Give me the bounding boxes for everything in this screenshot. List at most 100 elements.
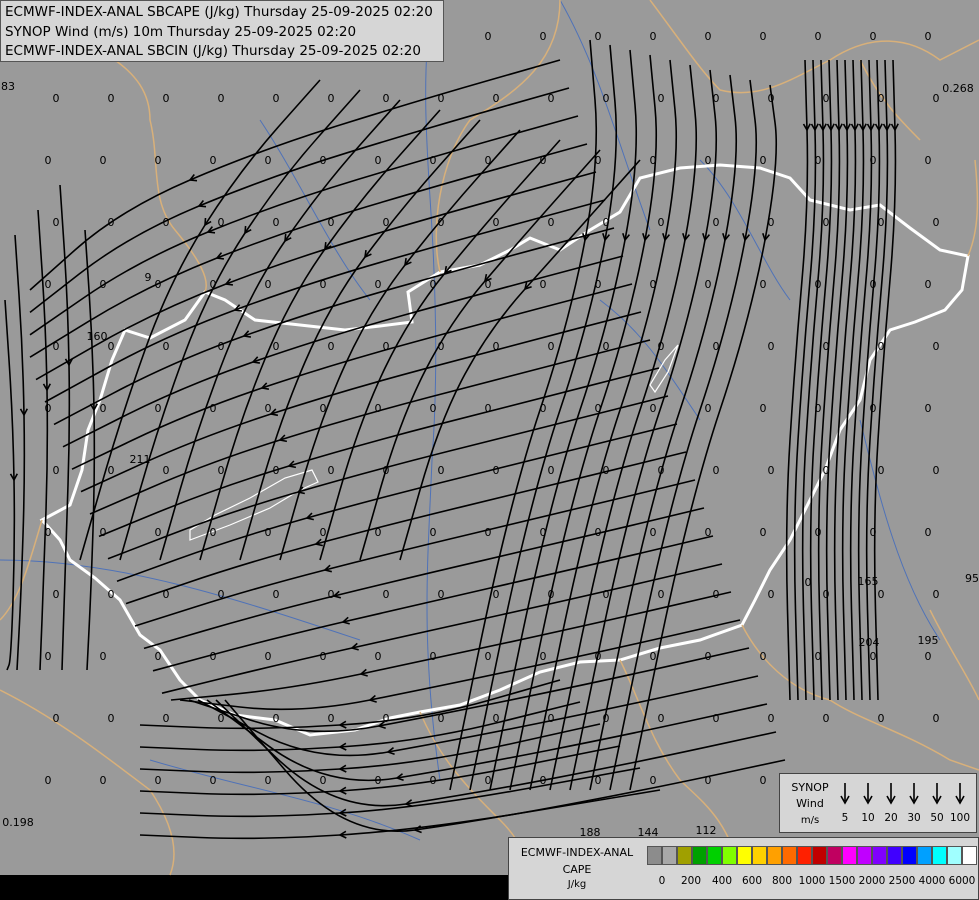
grid-value-label: 0 xyxy=(548,92,555,105)
grid-value-label: 0 xyxy=(100,650,107,663)
grid-value-label: 0 xyxy=(870,30,877,43)
cape-swatch xyxy=(722,846,737,865)
grid-value-label: 0 xyxy=(210,774,217,787)
grid-value-label: 0 xyxy=(430,650,437,663)
grid-value-label: 0 xyxy=(933,340,940,353)
grid-value-label: 0 xyxy=(383,216,390,229)
cape-tick-label: 1000 xyxy=(798,875,826,887)
grid-value-label: 0 xyxy=(760,278,767,291)
grid-value-label: 0 xyxy=(540,278,547,291)
wind-legend-title-3: m/s xyxy=(800,815,820,826)
grid-value-label: 0 xyxy=(438,92,445,105)
grid-value-label: 0 xyxy=(273,92,280,105)
grid-value-label: 0 xyxy=(823,340,830,353)
cape-swatch xyxy=(962,846,977,865)
grid-value-label: 0 xyxy=(603,216,610,229)
grid-value-label: 0 xyxy=(823,464,830,477)
weather-map: 0 0 0 0 0 0 0 0 0 0 0 0 0 0 0 0 0 0 0 0 0 0 0 0 0 0 0 0 0 0 0 0 0 0 0 0 0 0 0 0… xyxy=(0,0,979,876)
grid-value-label: 0 xyxy=(548,712,555,725)
grid-value-label: 195 xyxy=(918,634,939,647)
grid-value-label: 0 xyxy=(658,464,665,477)
grid-value-label: 83 xyxy=(1,80,15,93)
cape-swatch xyxy=(827,846,842,865)
grid-value-label: 0 xyxy=(375,402,382,415)
grid-value-label: 0 xyxy=(768,92,775,105)
wind-arrow-icons xyxy=(840,783,965,805)
cape-swatch xyxy=(917,846,932,865)
grid-value-label: 0 xyxy=(713,216,720,229)
grid-value-label: 0 xyxy=(760,526,767,539)
grid-value-label: 0 xyxy=(375,154,382,167)
grid-value-label: 0 xyxy=(328,216,335,229)
grid-value-label: 0 xyxy=(878,712,885,725)
grid-value-label: 0 xyxy=(713,588,720,601)
grid-value-label: 0 xyxy=(823,712,830,725)
grid-value-label: 0 xyxy=(878,92,885,105)
grid-value-label: 0 xyxy=(650,526,657,539)
grid-value-label: 0 xyxy=(383,92,390,105)
wind-speed-label: 5 xyxy=(841,812,849,824)
grid-value-label: 0 xyxy=(320,650,327,663)
cape-swatch xyxy=(902,846,917,865)
grid-value-label: 0 xyxy=(925,154,932,167)
grid-value-label: 0 xyxy=(163,216,170,229)
grid-value-label: 0 xyxy=(218,92,225,105)
cape-legend-title-2: CAPE xyxy=(562,863,592,876)
grid-value-label: 0 xyxy=(925,526,932,539)
grid-value-label: 0 xyxy=(485,650,492,663)
grid-value-label: 0 xyxy=(823,216,830,229)
cape-swatch xyxy=(782,846,797,865)
grid-value-label: 0 xyxy=(485,278,492,291)
cape-tick-label: 6000 xyxy=(948,875,976,887)
grid-value-label: 0 xyxy=(493,340,500,353)
grid-value-label: 0 xyxy=(933,588,940,601)
grid-value-label: 0 xyxy=(658,712,665,725)
cape-tick-label: 400 xyxy=(711,875,733,887)
grid-value-label: 0 xyxy=(45,526,52,539)
grid-value-label: 0 xyxy=(925,650,932,663)
title-cape: ECMWF-INDEX-ANAL SBCAPE (J/kg) Thursday … xyxy=(5,4,433,20)
cape-swatch xyxy=(692,846,707,865)
grid-value-label: 0 xyxy=(768,216,775,229)
grid-value-label: 0 xyxy=(100,774,107,787)
grid-value-label: 0 xyxy=(650,154,657,167)
grid-value-label: 0 xyxy=(155,278,162,291)
grid-value-label: 0 xyxy=(485,154,492,167)
grid-value-label: 0 xyxy=(658,340,665,353)
grid-value-label: 0 xyxy=(375,774,382,787)
grid-value-label: 0 xyxy=(540,154,547,167)
grid-value-label: 0 xyxy=(53,464,60,477)
grid-value-label: 95 xyxy=(965,572,979,585)
grid-value-label: 0 xyxy=(438,216,445,229)
grid-value-label: 0 xyxy=(493,588,500,601)
grid-value-label: 0 xyxy=(760,774,767,787)
grid-value-label: 112 xyxy=(696,824,717,837)
grid-value-label: 0 xyxy=(273,588,280,601)
grid-value-label: 0 xyxy=(548,216,555,229)
title-cin: ECMWF-INDEX-ANAL SBCIN (J/kg) Thursday 2… xyxy=(5,43,421,59)
grid-value-label: 0 xyxy=(210,402,217,415)
grid-value-label: 0 xyxy=(540,526,547,539)
title-wind: SYNOP Wind (m/s) 10m Thursday 25-09-2025… xyxy=(5,24,357,40)
grid-value-label: 0 xyxy=(383,588,390,601)
grid-value-label: 0 xyxy=(595,526,602,539)
grid-value-label: 0 xyxy=(163,712,170,725)
grid-value-label: 0 xyxy=(815,526,822,539)
grid-value-label: 0 xyxy=(705,526,712,539)
grid-value-label: 0 xyxy=(383,464,390,477)
grid-value-label: 0 xyxy=(705,402,712,415)
grid-value-label: 0 xyxy=(925,30,932,43)
grid-value-label: 0 xyxy=(925,278,932,291)
grid-value-label: 0 xyxy=(650,650,657,663)
grid-value-label: 0 xyxy=(163,340,170,353)
grid-value-label: 0 xyxy=(933,92,940,105)
grid-value-label: 0 xyxy=(870,402,877,415)
cape-swatch xyxy=(752,846,767,865)
grid-value-label: 0 xyxy=(705,774,712,787)
cape-swatch xyxy=(857,846,872,865)
grid-value-label: 0 xyxy=(878,340,885,353)
grid-value-label: 0 xyxy=(485,526,492,539)
grid-value-label: 0 xyxy=(540,402,547,415)
grid-value-label: 0 xyxy=(210,650,217,663)
grid-value-label: 0 xyxy=(933,712,940,725)
